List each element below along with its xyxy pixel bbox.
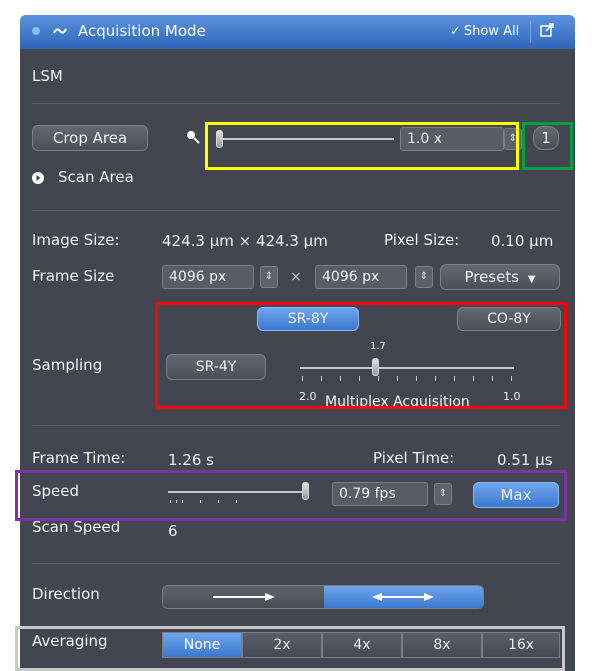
divider [32, 103, 560, 104]
sampling-highlight-box [155, 302, 567, 409]
lsm-label: LSM [32, 67, 63, 85]
frame-size-label: Frame Size [32, 267, 115, 285]
titlebar-divider [530, 21, 531, 43]
zoom-reset-highlight-box [522, 122, 573, 170]
checkmark-icon: ✓ [450, 24, 461, 39]
frame-times-sign: × [290, 269, 302, 285]
image-size-value: 424.3 µm × 424.3 µm [162, 232, 328, 250]
image-size-label: Image Size: [32, 231, 120, 249]
frame-time-label: Frame Time: [32, 449, 126, 467]
speed-highlight-box [15, 470, 567, 521]
panel-titlebar[interactable]: Acquisition Mode ✓ Show All [20, 15, 575, 49]
arrow-bidirectional-icon [372, 593, 434, 601]
pixel-time-value: 0.51 µs [497, 451, 553, 469]
wave-icon [53, 28, 67, 34]
pixel-time-label: Pixel Time: [373, 449, 455, 467]
presets-button[interactable]: Presets ▼ [440, 264, 560, 290]
arrow-right-icon [213, 593, 275, 601]
expand-arrow-icon[interactable] [32, 172, 44, 184]
scan-area-label[interactable]: Scan Area [58, 168, 134, 186]
frame-width-field[interactable]: 4096 px [162, 265, 254, 289]
scan-speed-value: 6 [168, 522, 178, 540]
frame-time-value: 1.26 s [168, 451, 214, 469]
zoom-highlight-box [205, 122, 519, 170]
divider [32, 210, 560, 211]
pixel-size-value: 0.10 µm [491, 232, 554, 250]
averaging-highlight-box [15, 626, 565, 671]
pixel-size-label: Pixel Size: [384, 231, 460, 249]
popout-icon[interactable] [540, 23, 554, 37]
divider [32, 425, 560, 426]
divider [32, 563, 560, 564]
frame-height-spinner[interactable]: ⇕ [415, 266, 433, 288]
direction-label: Direction [32, 585, 100, 603]
presets-label: Presets [464, 268, 520, 286]
frame-width-spinner[interactable]: ⇕ [260, 266, 278, 288]
chevron-down-icon: ▼ [527, 274, 536, 285]
bidirectional-button[interactable] [324, 586, 483, 608]
show-all-label: Show All [463, 24, 520, 39]
direction-selector [162, 585, 484, 609]
crop-area-button[interactable]: Crop Area [32, 125, 148, 151]
unidirectional-button[interactable] [163, 586, 324, 608]
frame-height-field[interactable]: 4096 px [315, 265, 407, 289]
sampling-label: Sampling [32, 356, 103, 374]
collapse-dot-icon[interactable] [32, 27, 40, 35]
panel-title: Acquisition Mode [78, 22, 206, 40]
magnifier-icon [187, 131, 200, 144]
show-all-toggle[interactable]: ✓ Show All [450, 24, 519, 39]
